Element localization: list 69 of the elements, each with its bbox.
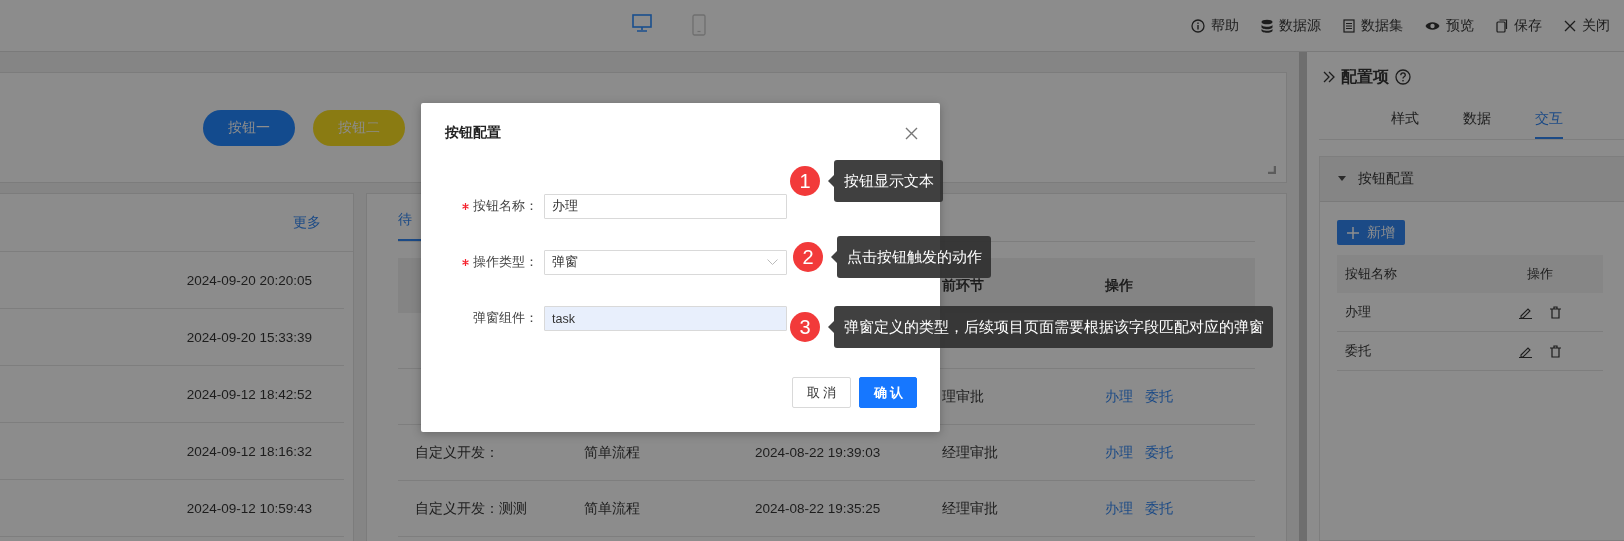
panel-title: 配置项 xyxy=(1341,66,1389,87)
column-header: 操作 xyxy=(1527,266,1553,281)
tab[interactable]: 数据 xyxy=(1462,110,1491,139)
table-cell-text: 简单流程 xyxy=(584,500,640,516)
confirm-button[interactable]: 确认 xyxy=(859,377,917,408)
action-link[interactable]: 办理 xyxy=(1105,500,1133,516)
field-label: 弹窗组件： xyxy=(473,310,538,327)
help-icon[interactable] xyxy=(1191,18,1205,33)
action-link[interactable]: 委托 xyxy=(1145,388,1173,404)
table-cell-text: 自定义开发：测测 xyxy=(415,500,527,516)
table-cell-text: 简单流程 xyxy=(584,444,640,460)
save-button[interactable]: 保存 xyxy=(1496,16,1542,35)
date-text: 2024-09-20 20:20:05 xyxy=(186,272,312,288)
chevron-down-icon xyxy=(767,259,778,266)
copy-icon[interactable] xyxy=(1496,18,1508,33)
select-field[interactable]: 弹窗 xyxy=(544,250,787,275)
close-icon xyxy=(905,126,918,140)
pointer-icon xyxy=(831,251,837,263)
plus-icon xyxy=(1347,226,1359,239)
database-icon[interactable] xyxy=(1261,18,1273,33)
tooltip: 按钮显示文本 xyxy=(834,160,943,202)
help-button[interactable]: 帮助 xyxy=(1191,16,1239,35)
table-cell-text: 2024-08-22 19:39:03 xyxy=(755,445,881,460)
date-text: 2024-09-12 18:42:52 xyxy=(186,386,312,402)
tab[interactable]: 交互 xyxy=(1534,110,1563,139)
trash-icon[interactable] xyxy=(1550,344,1561,358)
table-cell-text: 2024-08-22 19:35:25 xyxy=(755,501,881,516)
input-field[interactable]: 办理 xyxy=(544,194,787,219)
date-text: 2024-09-20 15:33:39 xyxy=(186,329,312,345)
tab[interactable]: 样式 xyxy=(1390,110,1419,139)
eye-icon[interactable] xyxy=(1425,19,1440,32)
more-link[interactable]: 更多 xyxy=(293,213,321,232)
input-field[interactable]: task xyxy=(544,306,787,331)
cancel-button[interactable]: 取消 xyxy=(792,377,851,408)
table-cell-text: 办理 xyxy=(1345,304,1371,319)
close-button[interactable] xyxy=(905,126,918,140)
action-link[interactable]: 委托 xyxy=(1145,444,1173,460)
action-link[interactable]: 办理 xyxy=(1105,388,1133,404)
preview-button[interactable]: 预览 xyxy=(1425,16,1474,35)
table-icon[interactable] xyxy=(1343,18,1355,33)
table-cell-text: 经理审批 xyxy=(942,500,998,516)
column-header: 操作 xyxy=(1105,277,1133,293)
action-link[interactable]: 委托 xyxy=(1145,500,1173,516)
field-label: 按钮名称： xyxy=(473,198,538,215)
date-text: 2024-09-12 10:59:43 xyxy=(186,500,312,516)
dataset-button[interactable]: 数据集 xyxy=(1343,16,1403,35)
close-icon[interactable] xyxy=(1564,19,1576,32)
section-header[interactable]: 按钮配置 xyxy=(1320,157,1624,202)
table-cell-text: 自定义开发： xyxy=(415,444,499,460)
close-button[interactable]: 关闭 xyxy=(1564,16,1610,35)
table-cell-text: 理审批 xyxy=(942,388,984,404)
date-text: 2024-09-12 18:16:32 xyxy=(186,443,312,459)
table-cell-text: 委托 xyxy=(1345,343,1371,358)
trash-icon[interactable] xyxy=(1550,305,1561,319)
help-icon[interactable] xyxy=(1395,69,1411,85)
tooltip: 点击按钮触发的动作 xyxy=(837,236,991,278)
double-chevron-icon[interactable] xyxy=(1323,71,1335,83)
column-header: 按钮名称 xyxy=(1345,266,1397,281)
add-button[interactable]: 新增 xyxy=(1337,220,1405,245)
column-header: 前环节 xyxy=(942,277,984,293)
table-cell-text: 经理审批 xyxy=(942,444,998,460)
pill-button[interactable]: 按钮一 xyxy=(203,109,295,146)
field-label: 操作类型： xyxy=(473,254,538,271)
pointer-icon xyxy=(828,175,834,187)
datasource-button[interactable]: 数据源 xyxy=(1261,16,1321,35)
action-link[interactable]: 办理 xyxy=(1105,444,1133,460)
pointer-icon xyxy=(828,321,834,333)
dialog-title: 按钮配置 xyxy=(445,124,501,142)
tooltip: 弹窗定义的类型，后续项目页面需要根据该字段匹配对应的弹窗 xyxy=(834,306,1273,348)
